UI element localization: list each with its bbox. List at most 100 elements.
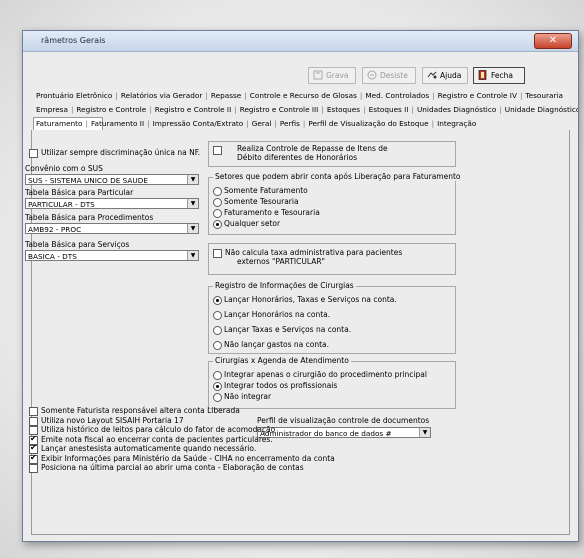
cirurgias-option-label: Lançar Honorários, Taxas e Serviços na c… (224, 295, 397, 304)
tab-r3-3[interactable]: Geral (249, 119, 275, 128)
agenda-radio-1[interactable] (213, 382, 222, 391)
tab-r2-4[interactable]: Estoques (324, 105, 363, 114)
screen-frame: râmetros Gerais ✕ Grava Desiste Ajuda Fe… (0, 0, 584, 558)
setores-option-label: Somente Tesouraria (224, 197, 299, 206)
bottom-checkbox-label: Emite nota fiscal ao encerrar conta de p… (41, 434, 273, 444)
close-window-button[interactable]: ✕ (534, 33, 572, 49)
chevron-down-icon: ▼ (419, 428, 430, 437)
chevron-down-icon: ▼ (187, 199, 198, 208)
setores-radio-0[interactable] (213, 187, 222, 196)
agenda-option-label: Não integrar (224, 392, 272, 401)
tabela-serv-select[interactable]: BASICA - DTS ▼ (25, 250, 199, 261)
taxa-checkbox[interactable] (213, 249, 222, 258)
cirurgias-option-label: Lançar Honorários na conta. (224, 310, 331, 319)
tab-r2-6[interactable]: Unidades Diagnóstico (414, 105, 499, 114)
repasse-label-line1: Realiza Controle de Repasse de Itens de (237, 144, 388, 153)
tabela-serv-value: BASICA - DTS (28, 252, 77, 261)
repasse-checkbox[interactable] (213, 146, 222, 155)
tab-r1-2[interactable]: Repasse (208, 91, 244, 100)
cirurgias-radio-2[interactable] (213, 326, 222, 335)
bottom-checkbox-label: Exibir Informações para Ministério da Sa… (41, 453, 335, 463)
ajuda-button[interactable]: Ajuda (422, 67, 468, 84)
chevron-down-icon: ▼ (187, 175, 198, 184)
tab-r3-5[interactable]: Perfil de Visualização do Estoque (305, 119, 431, 128)
tab-r1-6[interactable]: Tesouraria (522, 91, 566, 100)
grava-button[interactable]: Grava (308, 67, 356, 84)
exit-door-icon (478, 69, 488, 82)
agenda-title: Cirurgias x Agenda de Atendimento (213, 356, 351, 365)
discriminacao-label: Utilizar sempre discriminação única na N… (41, 148, 201, 157)
tabela-serv-label: Tabela Básica para Serviços (25, 240, 130, 249)
tab-r1-5[interactable]: Registro e Controle IV (435, 91, 520, 100)
setores-title: Setores que podem abrir conta após Liber… (213, 172, 463, 181)
ajuda-label: Ajuda (440, 71, 462, 80)
title-bar: râmetros Gerais ✕ (23, 31, 578, 52)
window-title: râmetros Gerais (41, 36, 106, 45)
perfil-select[interactable]: Administrador do banco de dados # ▼ (257, 427, 431, 438)
tab-r1-3[interactable]: Controle e Recurso de Glosas (247, 91, 360, 100)
bottom-checkbox-label: Somente Faturista responsável altera con… (41, 406, 240, 415)
setores-option-label: Faturamento e Tesouraria (224, 208, 320, 217)
tab-r3-0[interactable]: Faturamento (33, 119, 86, 128)
cirurgias-option-label: Lançar Taxas e Serviços na conta. (224, 325, 352, 334)
tab-r3-2[interactable]: Impressão Conta/Extrato (150, 119, 247, 128)
tab-r2-3[interactable]: Registro e Controle III (237, 105, 322, 114)
tab-row-2: Empresa | Registro e Controle | Registro e C… (33, 105, 578, 116)
tab-r3-4[interactable]: Perfis (277, 119, 303, 128)
perfil-label: Perfil de visualização controle de docum… (257, 416, 430, 425)
cirurgias-option-label: Não lançar gastos na conta. (224, 340, 330, 349)
tab-r2-5[interactable]: Estoques II (366, 105, 412, 114)
agenda-radio-0[interactable] (213, 371, 222, 380)
cirurgias-radio-3[interactable] (213, 341, 222, 350)
fecha-button[interactable]: Fecha (473, 67, 525, 84)
bottom-checkbox-5[interactable] (29, 453, 38, 464)
tab-row-3: Faturamento | Faturamento II | Impressão Con… (33, 119, 479, 130)
tabela-particular-value: PARTICULAR - DTS (28, 200, 95, 209)
bottom-checkbox-6[interactable] (29, 464, 38, 473)
desiste-label: Desiste (380, 71, 408, 80)
tab-row-1: Prontuário Eletrônico | Relatórios via Ger… (33, 91, 566, 102)
perfil-value: Administrador do banco de dados # (260, 429, 392, 438)
save-icon (313, 70, 323, 82)
grava-label: Grava (326, 71, 349, 80)
tabela-proc-select[interactable]: AMB92 - PROC ▼ (25, 223, 199, 234)
bottom-checkbox-label: Posiciona na última parcial ao abrir uma… (41, 463, 304, 472)
chevron-down-icon: ▼ (187, 224, 198, 233)
cirurgias-radio-1[interactable] (213, 311, 222, 320)
tabela-proc-label: Tabela Básica para Procedimentos (25, 213, 154, 222)
bottom-checkbox-label: Utiliza novo Layout SISAIH Portaria 17 (41, 415, 184, 425)
agenda-option-label: Integrar apenas o cirurgião do procedime… (224, 370, 427, 379)
setores-radio-1[interactable] (213, 198, 222, 207)
tab-r1-0[interactable]: Prontuário Eletrônico (33, 91, 115, 100)
fecha-label: Fecha (491, 71, 513, 80)
setores-radio-2[interactable] (213, 209, 222, 218)
convenio-value: SUS - SISTEMA UNICO DE SAUDE (28, 176, 148, 185)
tab-r2-1[interactable]: Registro e Controle (73, 105, 149, 114)
discriminacao-checkbox[interactable] (29, 149, 38, 158)
convenio-select[interactable]: SUS - SISTEMA UNICO DE SAUDE ▼ (25, 174, 199, 185)
tab-r2-2[interactable]: Registro e Controle II (152, 105, 234, 114)
tab-r3-6[interactable]: Integração (434, 119, 479, 128)
bottom-checkbox-0[interactable] (29, 407, 38, 416)
setores-option-label: Qualquer setor (224, 219, 281, 228)
undo-icon (367, 70, 377, 82)
tab-r1-1[interactable]: Relatórios via Gerador (118, 91, 206, 100)
parametros-window: râmetros Gerais ✕ Grava Desiste Ajuda Fe… (22, 30, 579, 542)
agenda-option-label: Integrar todos os profissionais (224, 381, 338, 390)
agenda-radio-2[interactable] (213, 393, 222, 402)
setores-option-label: Somente Faturamento (224, 186, 308, 195)
bottom-checkbox-1[interactable] (29, 416, 38, 426)
tab-r2-0[interactable]: Empresa (33, 105, 71, 114)
setores-radio-3[interactable] (213, 220, 222, 229)
cirurgias-title: Registro de Informações de Cirurgias (213, 281, 356, 290)
tabela-particular-select[interactable]: PARTICULAR - DTS ▼ (25, 198, 199, 209)
bottom-checkbox-label: Utiliza histórico de leitos para cálculo… (41, 425, 276, 434)
tab-r2-7[interactable]: Unidade Diagnóstico II (502, 105, 578, 114)
tab-r3-1[interactable]: Faturamento II (88, 119, 147, 128)
cirurgias-radio-0[interactable] (213, 296, 222, 305)
desiste-button[interactable]: Desiste (362, 67, 416, 84)
convenio-label: Convênio com o SUS (25, 164, 103, 173)
tab-r1-4[interactable]: Med. Controlados (362, 91, 432, 100)
taxa-label-line2: externos "PARTICULAR" (237, 257, 326, 266)
bottom-checkbox-label: Lançar anestesista automaticamente quand… (41, 444, 257, 453)
